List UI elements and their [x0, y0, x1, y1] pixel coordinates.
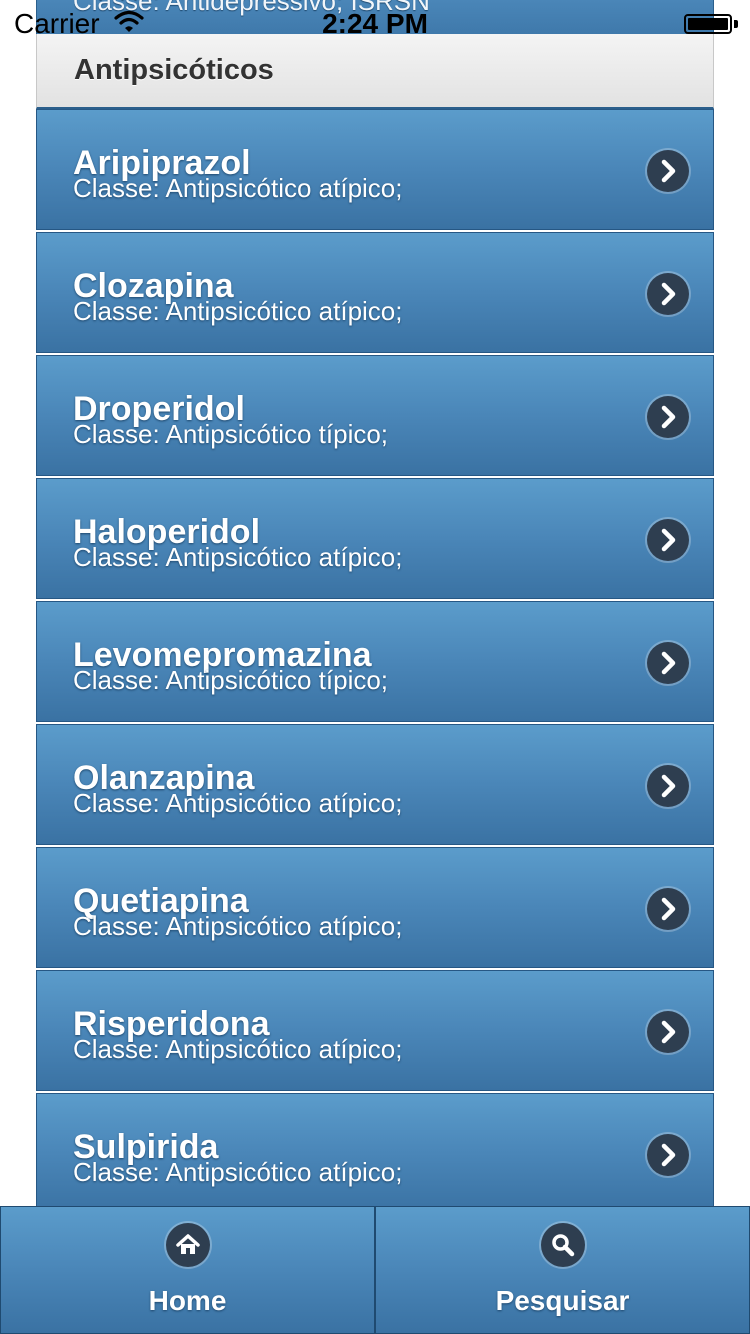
list-item-subtitle: Classe: Antipsicótico atípico; [73, 911, 403, 941]
tab-home[interactable]: Home [0, 1206, 375, 1334]
chevron-right-icon [647, 273, 689, 315]
chevron-right-icon [647, 1011, 689, 1053]
chevron-right-icon [647, 888, 689, 930]
chevron-right-icon [647, 642, 689, 684]
tab-home-label: Home [148, 1285, 227, 1316]
list-item[interactable]: Haloperidol Classe: Antipsicótico atípic… [36, 478, 714, 599]
status-bar: Carrier 2:24 PM [0, 0, 750, 40]
screen: Classe: Antidepressivo; ISRSN Antipsicót… [0, 0, 750, 1334]
list-item[interactable]: Levomepromazina Classe: Antipsicótico tí… [36, 601, 714, 722]
list-item-subtitle: Classe: Antipsicótico atípico; [73, 1034, 403, 1064]
chevron-right-icon [647, 765, 689, 807]
list-item-subtitle: Classe: Antipsicótico atípico; [73, 173, 403, 203]
chevron-right-icon [647, 1134, 689, 1176]
list-item-subtitle: Classe: Antipsicótico atípico; [73, 296, 403, 326]
chevron-right-icon [647, 150, 689, 192]
list-divider: Antipsicóticos [36, 34, 714, 109]
list-item[interactable]: Risperidona Classe: Antipsicótico atípic… [36, 970, 714, 1091]
tab-search-label: Pesquisar [495, 1285, 630, 1316]
battery-icon [684, 14, 732, 34]
list-item[interactable]: Droperidol Classe: Antipsicótico típico; [36, 355, 714, 476]
drug-list: Classe: Antidepressivo; ISRSN Antipsicót… [36, 0, 714, 1206]
tab-bar: Home Pesquisar [0, 1206, 750, 1334]
list-item-subtitle: Classe: Antipsicótico atípico; [73, 542, 403, 572]
list-item[interactable]: Aripiprazol Classe: Antipsicótico atípic… [36, 109, 714, 230]
list-item-subtitle: Classe: Antipsicótico típico; [73, 419, 389, 449]
chevron-right-icon [647, 396, 689, 438]
list-item[interactable]: Olanzapina Classe: Antipsicótico atípico… [36, 724, 714, 845]
list-item-subtitle: Classe: Antipsicótico atípico; [73, 1157, 403, 1187]
tab-search[interactable]: Pesquisar [375, 1206, 750, 1334]
list-item-subtitle: Classe: Antipsicótico típico; [73, 665, 389, 695]
search-icon [540, 1223, 585, 1267]
home-icon [165, 1223, 210, 1267]
battery-tip [734, 20, 738, 28]
list-item-subtitle: Classe: Antipsicótico atípico; [73, 788, 403, 818]
list-divider-title: Antipsicóticos [74, 54, 274, 86]
list-item[interactable]: Quetiapina Classe: Antipsicótico atípico… [36, 847, 714, 968]
status-time: 2:24 PM [322, 8, 428, 39]
chevron-right-icon [647, 519, 689, 561]
list-items: Aripiprazol Classe: Antipsicótico atípic… [36, 109, 714, 1206]
list-item[interactable]: Clozapina Classe: Antipsicótico atípico; [36, 232, 714, 353]
list-item[interactable]: Sulpirida Classe: Antipsicótico atípico; [36, 1093, 714, 1206]
